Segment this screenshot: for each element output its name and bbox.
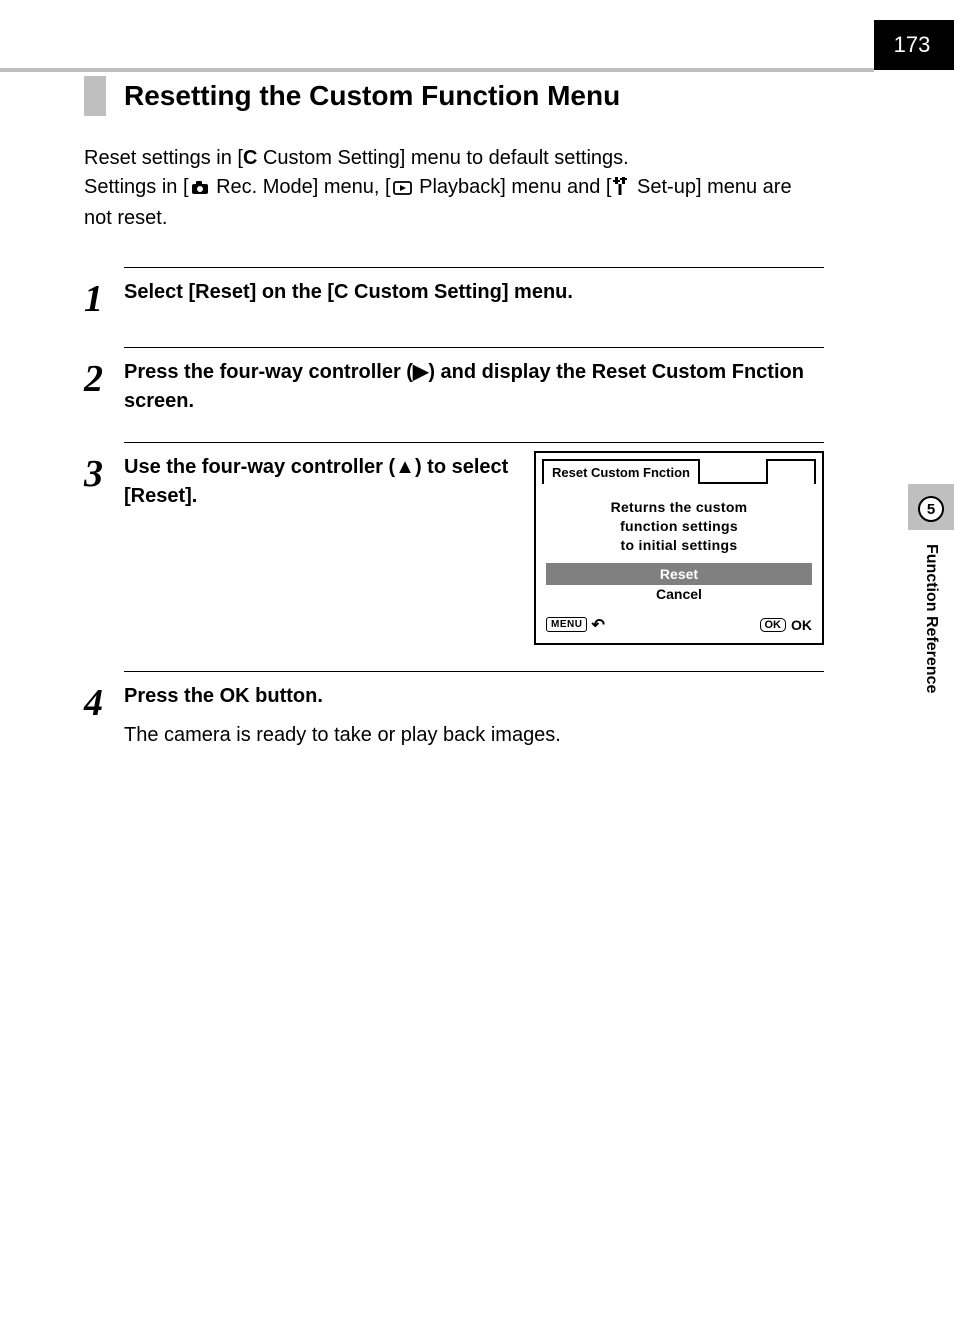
ok-indicator: OK OK bbox=[760, 617, 813, 633]
step-4-after: button. bbox=[250, 685, 323, 707]
ok-badge-icon: OK bbox=[760, 618, 787, 632]
step-1: 1 Select [Reset] on the [C Custom Settin… bbox=[84, 267, 824, 321]
step-1-after: Custom Setting] menu. bbox=[349, 281, 573, 303]
screen-tab-label: Reset Custom Fnction bbox=[542, 459, 700, 484]
custom-c-icon: C bbox=[243, 147, 257, 169]
header-rule bbox=[0, 68, 874, 72]
screen-msg-1: Returns the custom bbox=[546, 498, 812, 517]
steps-container: 1 Select [Reset] on the [C Custom Settin… bbox=[84, 267, 824, 750]
section-bar bbox=[84, 76, 106, 116]
intro-line2-rec: Rec. Mode] menu, [ bbox=[211, 176, 391, 198]
intro-text: Reset settings in [C Custom Setting] men… bbox=[84, 144, 824, 233]
step-number-3: 3 bbox=[84, 452, 124, 645]
intro-line1-before: Reset settings in [ bbox=[84, 147, 243, 169]
ok-text: OK bbox=[791, 617, 812, 633]
menu-back-indicator: MENU ↶ bbox=[546, 615, 605, 635]
screen-tab-spacer bbox=[700, 459, 766, 484]
section-title: Resetting the Custom Function Menu bbox=[124, 80, 620, 112]
step-1-c-icon: C bbox=[334, 281, 348, 303]
screen-tab-right bbox=[766, 459, 816, 484]
step-4-before: Press the bbox=[124, 685, 220, 707]
screen-bottom-bar: MENU ↶ OK OK bbox=[536, 609, 822, 643]
screen-tab-row: Reset Custom Fnction bbox=[536, 453, 822, 484]
step-3-title: Use the four-way controller (▲) to selec… bbox=[124, 453, 520, 511]
chapter-label: Function Reference bbox=[922, 530, 940, 707]
playback-icon bbox=[393, 175, 412, 204]
screen-msg-2: function settings bbox=[546, 517, 812, 536]
ok-button-icon: OK bbox=[220, 685, 250, 707]
back-arrow-icon: ↶ bbox=[591, 615, 604, 635]
step-4-body: The camera is ready to take or play back… bbox=[124, 721, 824, 750]
chapter-number: 5 bbox=[918, 496, 944, 522]
step-number-1: 1 bbox=[84, 277, 124, 321]
step-3: 3 Use the four-way controller (▲) to sel… bbox=[84, 442, 824, 645]
side-tab: 5 Function Reference bbox=[908, 484, 954, 707]
step-number-2: 2 bbox=[84, 357, 124, 416]
screen-msg-3: to initial settings bbox=[546, 536, 812, 555]
step-4: 4 Press the OK button. The camera is rea… bbox=[84, 671, 824, 750]
page-number: 173 bbox=[874, 20, 954, 70]
side-tab-chapter: 5 bbox=[908, 484, 954, 530]
step-1-title: Select [Reset] on the [C Custom Setting]… bbox=[124, 278, 824, 307]
step-2: 2 Press the four-way controller (▶) and … bbox=[84, 347, 824, 416]
step-1-before: Select [Reset] on the [ bbox=[124, 281, 334, 303]
intro-line1-after: Custom Setting] menu to default settings… bbox=[257, 147, 628, 169]
section-header: Resetting the Custom Function Menu bbox=[84, 76, 954, 116]
camera-screen: Reset Custom Fnction Returns the custom … bbox=[534, 451, 824, 645]
menu-icon: MENU bbox=[546, 617, 587, 632]
intro-line2-play: Playback] menu and [ bbox=[414, 176, 612, 198]
step-number-4: 4 bbox=[84, 681, 124, 750]
camera-icon bbox=[191, 175, 209, 204]
screen-reset-option[interactable]: Reset bbox=[546, 563, 812, 585]
intro-line2-before: Settings in [ bbox=[84, 176, 189, 198]
screen-cancel-option[interactable]: Cancel bbox=[546, 585, 812, 603]
setup-icon bbox=[613, 175, 629, 204]
step-2-title: Press the four-way controller (▶) and di… bbox=[124, 358, 824, 416]
step-4-title: Press the OK button. bbox=[124, 682, 824, 711]
screen-inner: Returns the custom function settings to … bbox=[536, 484, 822, 609]
